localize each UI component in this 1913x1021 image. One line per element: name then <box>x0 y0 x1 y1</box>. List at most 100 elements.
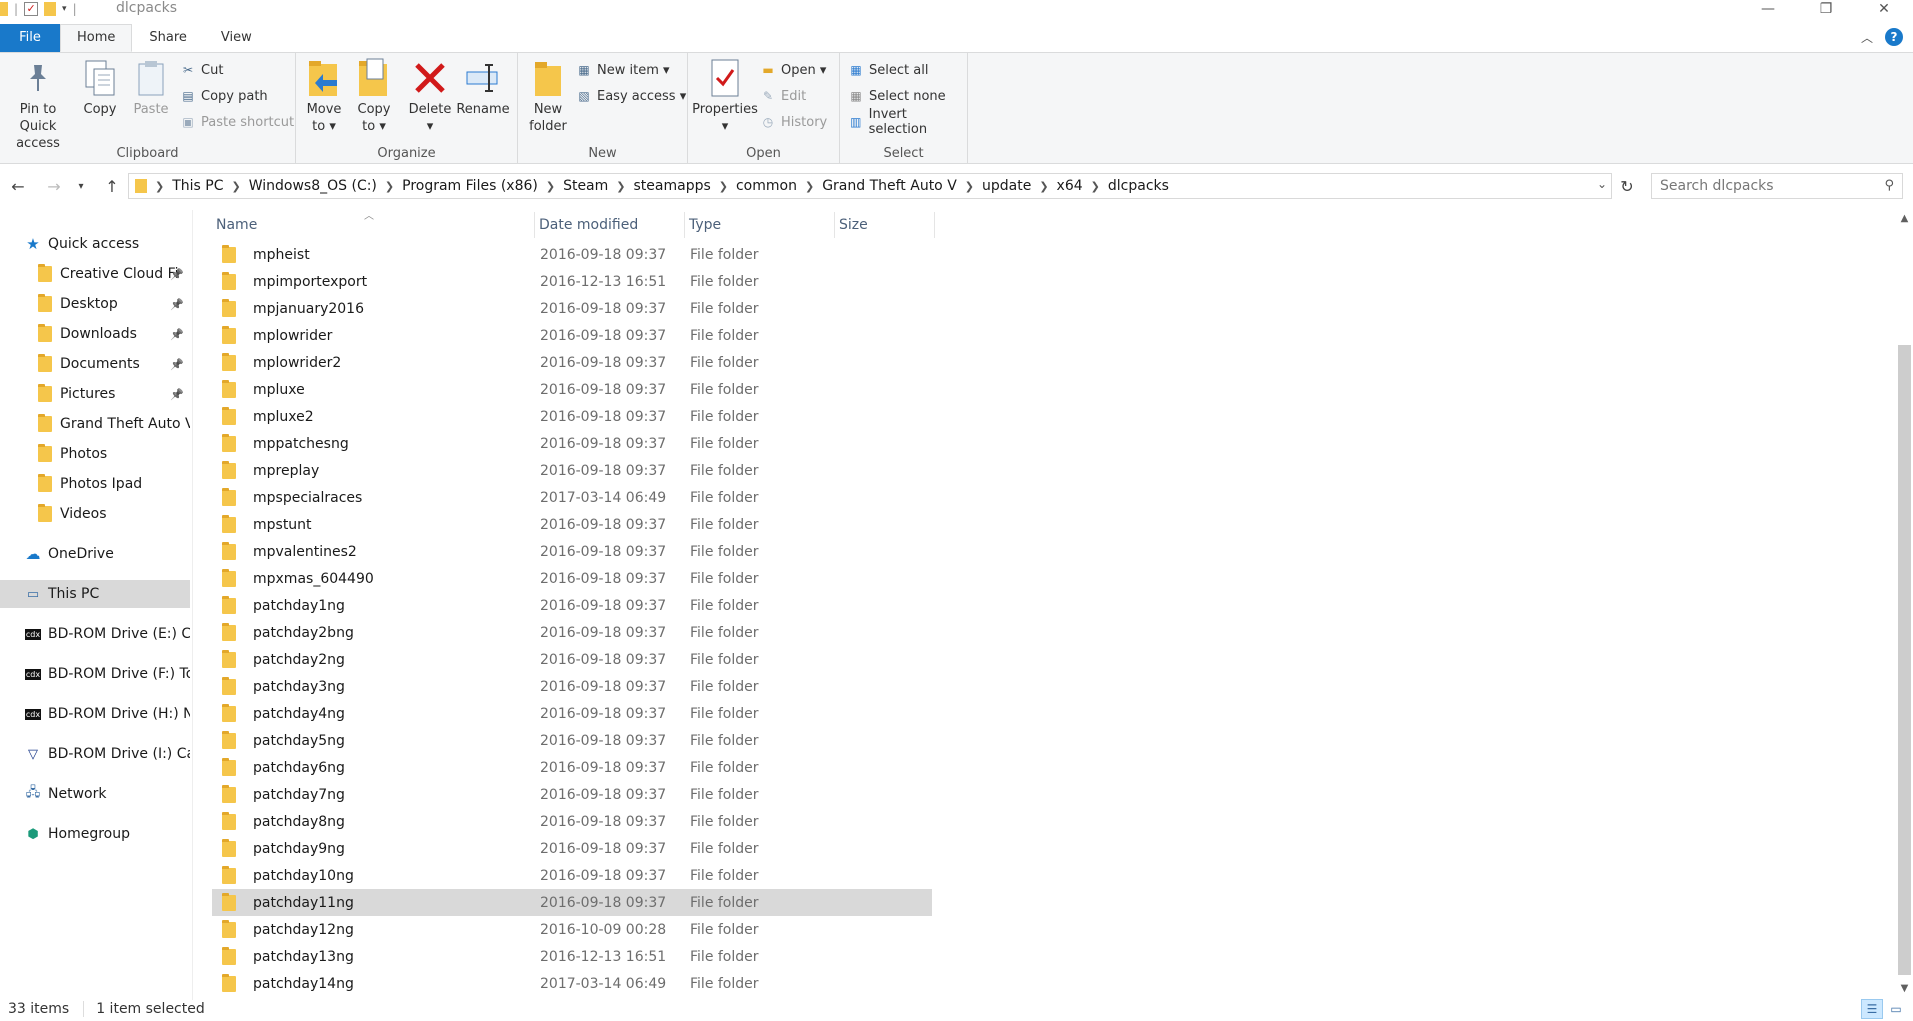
column-header-date-modified[interactable]: Date modified <box>535 212 685 238</box>
file-row[interactable]: patchday10ng 2016-09-18 09:37 File folder <box>212 862 932 889</box>
breadcrumb-item[interactable]: Program Files (x86) <box>394 178 546 194</box>
chevron-right-icon[interactable]: ❯ <box>1091 180 1100 193</box>
file-row[interactable]: patchday2bng 2016-09-18 09:37 File folder <box>212 619 932 646</box>
file-row[interactable]: mpstunt 2016-09-18 09:37 File folder <box>212 511 932 538</box>
file-row[interactable]: mpimportexport 2016-12-13 16:51 File folde… <box>212 268 932 295</box>
nav-item[interactable]: Videos <box>0 500 190 528</box>
recent-locations-button[interactable]: ▾ <box>74 174 88 198</box>
address-dropdown-icon[interactable]: ⌄ <box>1597 177 1607 191</box>
nav-drive[interactable]: cdx BD-ROM Drive (F:) To <box>0 660 190 688</box>
file-row[interactable]: mpreplay 2016-09-18 09:37 File folder <box>212 457 932 484</box>
paste-button[interactable]: Paste <box>130 57 172 118</box>
tab-view[interactable]: View <box>204 24 269 52</box>
new-folder-button[interactable]: New folder <box>526 57 570 135</box>
qat-dropdown-icon[interactable]: ▾ <box>62 4 67 14</box>
pin-to-quick-access-button[interactable]: Pin to Quick access <box>4 57 72 152</box>
file-row[interactable]: mpvalentines2 2016-09-18 09:37 File folder <box>212 538 932 565</box>
minimize-button[interactable]: — <box>1739 0 1797 18</box>
paste-shortcut-button[interactable]: ▣ Paste shortcut <box>180 112 294 132</box>
breadcrumb-item[interactable]: x64 <box>1049 178 1091 194</box>
file-row[interactable]: mpxmas_604490 2016-09-18 09:37 File folder <box>212 565 932 592</box>
address-bar[interactable]: ❯ This PC ❯ Windows8_OS (C:) ❯ Program Files… <box>128 173 1612 199</box>
file-row[interactable]: patchday6ng 2016-09-18 09:37 File folder <box>212 754 932 781</box>
nav-item[interactable]: Creative Cloud Fi 📌 <box>0 260 190 288</box>
up-button[interactable]: ↑ <box>100 174 124 198</box>
edit-button[interactable]: ✎ Edit <box>760 86 806 106</box>
properties-check-icon[interactable]: ✓ <box>24 2 39 16</box>
large-icons-view-button[interactable]: ▭ <box>1885 999 1907 1019</box>
nav-drive[interactable]: cdx BD-ROM Drive (E:) Ci <box>0 620 190 648</box>
file-row[interactable]: patchday1ng 2016-09-18 09:37 File folder <box>212 592 932 619</box>
cut-button[interactable]: ✂ Cut <box>180 60 223 80</box>
search-box[interactable]: Search dlcpacks ⚲ <box>1651 173 1903 199</box>
easy-access-button[interactable]: ▧ Easy access ▾ <box>576 86 686 106</box>
chevron-right-icon[interactable]: ❯ <box>616 180 625 193</box>
file-row[interactable]: mpluxe2 2016-09-18 09:37 File folder <box>212 403 932 430</box>
nav-item[interactable]: Desktop 📌 <box>0 290 190 318</box>
file-row[interactable]: mpheist 2016-09-18 09:37 File folder <box>212 241 932 268</box>
pane-divider[interactable] <box>192 210 193 1000</box>
breadcrumb-item[interactable]: Grand Theft Auto V <box>814 178 965 194</box>
copy-to-button[interactable]: Copy to ▾ <box>354 57 394 135</box>
file-row[interactable]: patchday14ng 2017-03-14 06:49 File folder <box>212 970 932 997</box>
nav-drive[interactable]: ▽ BD-ROM Drive (I:) Ca <box>0 740 190 768</box>
move-to-button[interactable]: Move to ▾ <box>304 57 344 135</box>
file-row[interactable]: patchday7ng 2016-09-18 09:37 File folder <box>212 781 932 808</box>
help-icon[interactable]: ? <box>1885 28 1903 46</box>
file-row[interactable]: mplowrider2 2016-09-18 09:37 File folder <box>212 349 932 376</box>
rename-button[interactable]: Rename <box>456 57 510 118</box>
nav-item[interactable]: Photos <box>0 440 190 468</box>
back-button[interactable]: ← <box>6 174 30 198</box>
nav-homegroup[interactable]: ⬢ Homegroup <box>0 820 190 848</box>
file-row[interactable]: patchday9ng 2016-09-18 09:37 File folder <box>212 835 932 862</box>
nav-item[interactable]: Photos Ipad <box>0 470 190 498</box>
select-all-button[interactable]: ▦ Select all <box>848 60 928 80</box>
column-header-name[interactable]: Name ︿ <box>212 211 535 238</box>
file-row[interactable]: patchday11ng 2016-09-18 09:37 File folder <box>212 889 932 916</box>
breadcrumb-item[interactable]: dlcpacks <box>1100 178 1177 194</box>
chevron-right-icon[interactable]: ❯ <box>546 180 555 193</box>
nav-drive[interactable]: cdx BD-ROM Drive (H:) N <box>0 700 190 728</box>
file-row[interactable]: mpspecialraces 2017-03-14 06:49 File folde… <box>212 484 932 511</box>
file-row[interactable]: mpjanuary2016 2016-09-18 09:37 File folder <box>212 295 932 322</box>
nav-item[interactable]: Grand Theft Auto V <box>0 410 190 438</box>
delete-button[interactable]: Delete ▾ <box>408 57 452 135</box>
new-folder-qat-icon[interactable] <box>44 2 57 16</box>
chevron-right-icon[interactable]: ❯ <box>385 180 394 193</box>
collapse-ribbon-icon[interactable]: ︿ <box>1861 29 1873 46</box>
nav-network[interactable]: 🖧 Network <box>0 780 190 808</box>
file-row[interactable]: mpluxe 2016-09-18 09:37 File folder <box>212 376 932 403</box>
select-none-button[interactable]: ▦ Select none <box>848 86 945 106</box>
restore-button[interactable]: ❐ <box>1797 0 1855 18</box>
details-view-button[interactable]: ☰ <box>1861 999 1883 1019</box>
column-header-size[interactable]: Size <box>835 212 935 238</box>
column-header-type[interactable]: Type <box>685 212 835 238</box>
nav-item[interactable]: Documents 📌 <box>0 350 190 378</box>
close-button[interactable]: ✕ <box>1855 0 1913 18</box>
breadcrumb-item[interactable]: update <box>974 178 1039 194</box>
forward-button[interactable]: → <box>42 174 66 198</box>
properties-button[interactable]: Properties ▾ <box>692 57 758 135</box>
tab-file[interactable]: File <box>0 24 60 52</box>
file-row[interactable]: patchday3ng 2016-09-18 09:37 File folder <box>212 673 932 700</box>
history-button[interactable]: ◷ History <box>760 112 828 132</box>
scroll-up-arrow-icon[interactable]: ▲ <box>1896 210 1913 227</box>
nav-quick-access[interactable]: ★ Quick access <box>0 230 190 258</box>
breadcrumb-item[interactable]: steamapps <box>626 178 719 194</box>
copy-button[interactable]: Copy <box>80 57 120 118</box>
breadcrumb-item[interactable]: Steam <box>555 178 616 194</box>
file-row[interactable]: mppatchesng 2016-09-18 09:37 File folder <box>212 430 932 457</box>
chevron-right-icon[interactable]: ❯ <box>805 180 814 193</box>
scroll-down-arrow-icon[interactable]: ▼ <box>1896 980 1913 997</box>
nav-onedrive[interactable]: ☁ OneDrive <box>0 540 190 568</box>
file-row[interactable]: patchday8ng 2016-09-18 09:37 File folder <box>212 808 932 835</box>
nav-this-pc[interactable]: ▭ This PC <box>0 580 190 608</box>
file-row[interactable]: patchday5ng 2016-09-18 09:37 File folder <box>212 727 932 754</box>
nav-item[interactable]: Pictures 📌 <box>0 380 190 408</box>
open-button[interactable]: ▬ Open ▾ <box>760 60 826 80</box>
file-row[interactable]: patchday4ng 2016-09-18 09:37 File folder <box>212 700 932 727</box>
chevron-right-icon[interactable]: ❯ <box>719 180 728 193</box>
breadcrumb-item[interactable]: This PC <box>164 178 231 194</box>
nav-item[interactable]: Downloads 📌 <box>0 320 190 348</box>
file-row[interactable]: patchday2ng 2016-09-18 09:37 File folder <box>212 646 932 673</box>
